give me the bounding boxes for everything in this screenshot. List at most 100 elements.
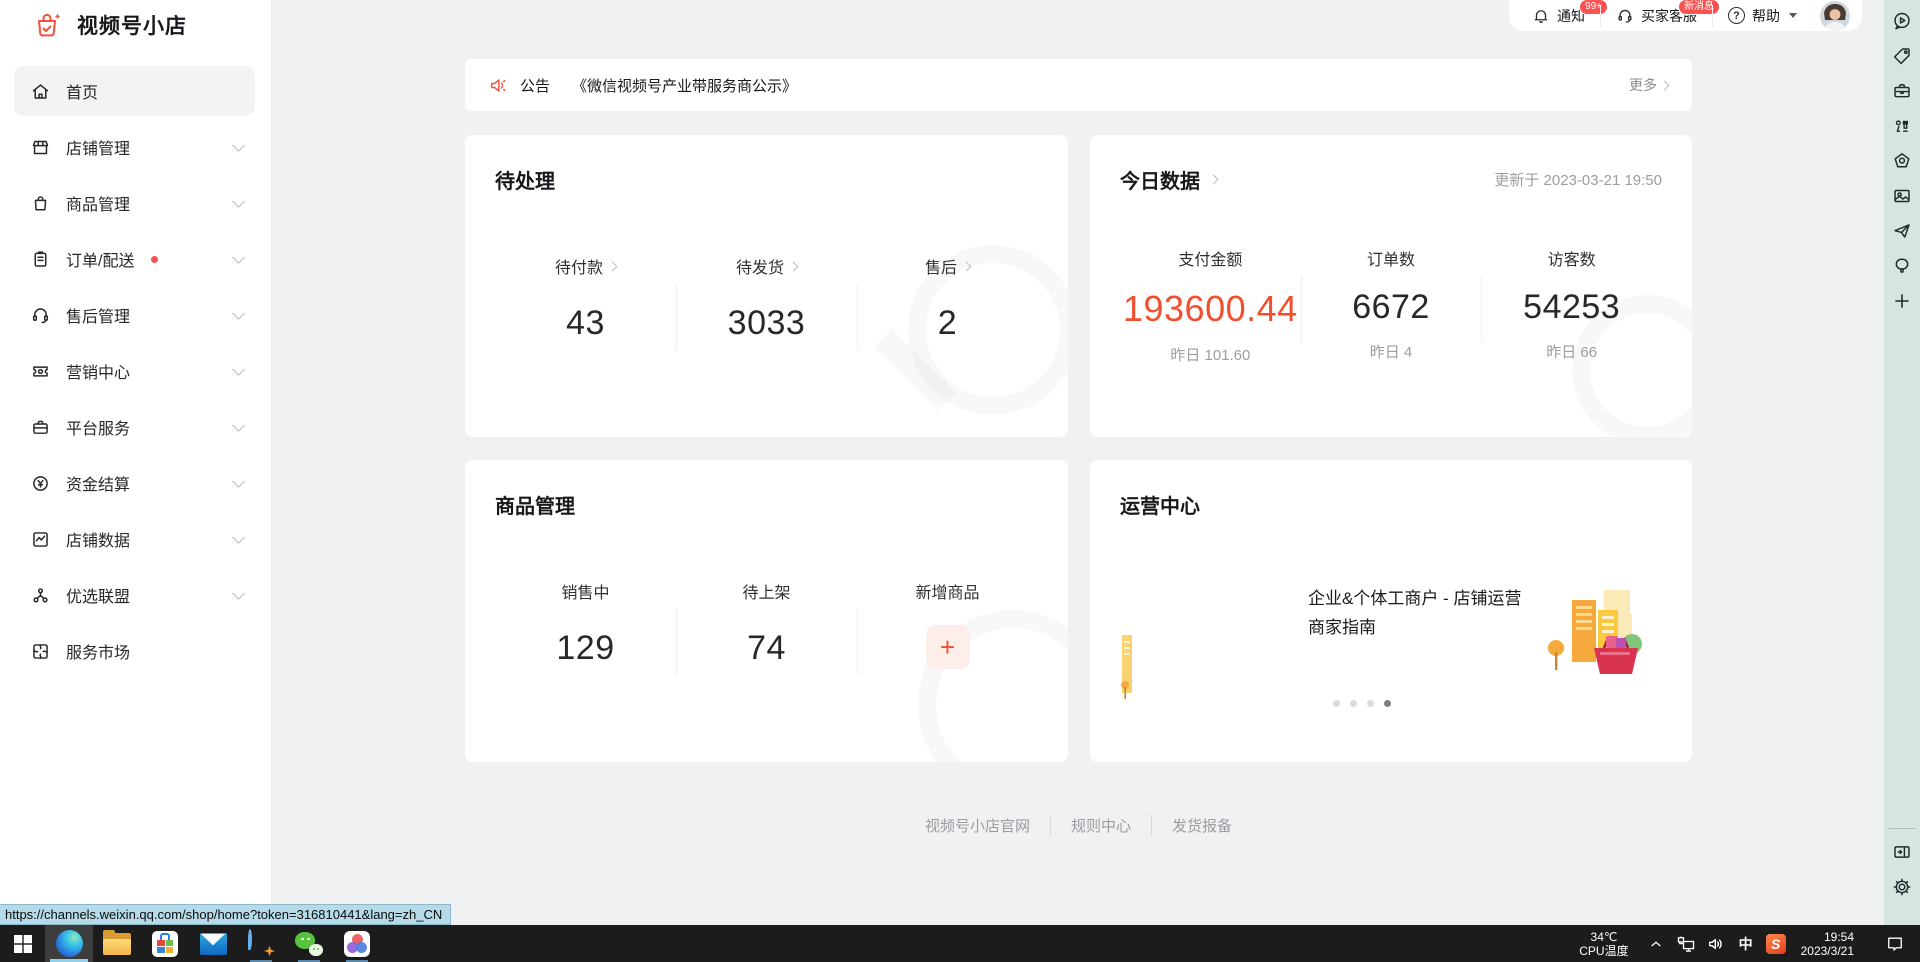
headset-icon [1616, 7, 1634, 25]
sidebar-item-aftersale[interactable]: 售后管理 [14, 290, 255, 340]
sidebar-item-product-mgmt[interactable]: 商品管理 [14, 178, 255, 228]
megaphone-icon [489, 76, 508, 95]
pending-stat-unshipped: 待发货 3033 [676, 254, 857, 363]
sogou-ime-icon[interactable]: S [1761, 925, 1791, 962]
stat-link[interactable]: 待上架 [742, 579, 790, 603]
tree-icon[interactable] [1891, 255, 1913, 277]
pentagon-icon[interactable] [1891, 150, 1913, 172]
sidebar-menu: 首页 店铺管理 商品管理 订单/配送 售后管理 营销中心 [0, 66, 271, 676]
paper-plane-icon[interactable] [1891, 220, 1913, 242]
taskbar-app-wechat[interactable] [285, 925, 333, 962]
card-title: 商品管理 [495, 490, 575, 519]
start-button[interactable] [0, 925, 45, 962]
footer-link-official-site[interactable]: 视频号小店官网 [905, 815, 1050, 836]
cpu-temp-widget[interactable]: 34℃ CPU温度 [1579, 930, 1628, 958]
network-status-icon[interactable] [1671, 925, 1701, 962]
sidebar-item-service-market[interactable]: 服务市场 [14, 626, 255, 676]
announcement-bar: 公告 《微信视频号产业带服务商公示》 更多 [465, 59, 1692, 111]
sidebar-item-label: 店铺数据 [66, 527, 130, 551]
stat-link[interactable]: 售后 [925, 254, 970, 278]
tag-icon[interactable] [1891, 45, 1913, 67]
app-logo-row: 视频号小店 [0, 0, 271, 42]
pending-stat-unpaid: 待付款 43 [495, 254, 676, 363]
card-title: 运营中心 [1120, 490, 1200, 519]
sidebar-item-marketing[interactable]: 营销中心 [14, 346, 255, 396]
today-data-card: 今日数据 更新于 2023-03-21 19:50 支付金额 193600.44… [1090, 135, 1692, 437]
sidebar-item-shop-data[interactable]: 店铺数据 [14, 514, 255, 564]
footer-link-shipping-report[interactable]: 发货报备 [1151, 815, 1252, 836]
notification-dot [151, 256, 158, 263]
stat-link[interactable]: 待发货 [736, 254, 797, 278]
footer-link-rules-center[interactable]: 规则中心 [1050, 815, 1151, 836]
sidebar-item-home[interactable]: 首页 [14, 66, 255, 116]
carousel-dot-3[interactable] [1367, 700, 1374, 707]
stat-value: 2 [857, 304, 1038, 343]
qq-chat-icon [248, 931, 274, 957]
chevron-down-icon [232, 419, 245, 432]
mail-icon [200, 933, 227, 955]
stat-link[interactable]: 待付款 [555, 254, 616, 278]
carousel-slide-title[interactable]: 企业&个体工商户 - 店铺运营 商家指南 [1308, 584, 1558, 642]
action-center-icon[interactable] [1880, 925, 1910, 962]
announcement-link[interactable]: 《微信视频号产业带服务商公示》 [572, 75, 797, 96]
user-avatar[interactable] [1820, 1, 1850, 31]
stat-value: 54253 [1481, 288, 1662, 327]
chevron-down-icon [232, 363, 245, 376]
sidebar-item-shop-mgmt[interactable]: 店铺管理 [14, 122, 255, 172]
sidebar-item-funds[interactable]: 资金结算 [14, 458, 255, 508]
chevron-down-icon [232, 307, 245, 320]
ime-language-indicator[interactable]: 中 [1731, 925, 1761, 962]
carousel-dot-2[interactable] [1350, 700, 1357, 707]
sidebar-item-label: 优选联盟 [66, 583, 130, 607]
notifications-button[interactable]: 通知 99+ [1517, 5, 1600, 27]
chevron-down-icon [232, 251, 245, 264]
announcement-more-button[interactable]: 更多 [1629, 75, 1668, 95]
chevron-right-icon [1209, 175, 1219, 185]
carousel-dot-4-active[interactable] [1384, 700, 1391, 707]
buyer-service-button[interactable]: 买家客服 新消息 [1600, 5, 1712, 27]
chess-icon[interactable] [1891, 115, 1913, 137]
chevron-down-icon [232, 195, 245, 208]
browser-extension-dock [1884, 0, 1920, 925]
sidebar-item-platform[interactable]: 平台服务 [14, 402, 255, 452]
sidebar: 视频号小店 首页 店铺管理 商品管理 订单/配送 售后管理 [0, 0, 272, 925]
taskbar-app-file-explorer[interactable] [93, 925, 141, 962]
volume-icon[interactable] [1701, 925, 1731, 962]
stat-link[interactable]: 销售中 [561, 579, 609, 603]
carousel-dot-1[interactable] [1333, 700, 1340, 707]
plus-icon[interactable] [1891, 290, 1913, 312]
screenshot-icon[interactable] [1891, 185, 1913, 207]
order-icon [30, 249, 51, 270]
chevron-down-icon [232, 475, 245, 488]
bell-icon [1532, 7, 1550, 25]
chevron-down-icon [232, 531, 245, 544]
add-product-button[interactable]: + [926, 625, 970, 669]
sidebar-item-alliance[interactable]: 优选联盟 [14, 570, 255, 620]
card-title-link[interactable]: 今日数据 [1120, 165, 1217, 194]
puzzle-icon [30, 641, 51, 662]
taskbar-app-dev-tools[interactable] [333, 925, 381, 962]
clock-widget[interactable]: 19:54 2023/3/21 [1801, 930, 1854, 958]
taskbar-app-edge[interactable] [45, 925, 93, 962]
main-area: 通知 99+ 买家客服 新消息 ? 帮助 公告 《微信视频号产业带服务商公示》 … [273, 0, 1884, 925]
today-stat-payment: 支付金额 193600.44 昨日 101.60 [1120, 246, 1301, 385]
sidebar-item-label: 平台服务 [66, 415, 130, 439]
taskbar-app-ms-store[interactable] [141, 925, 189, 962]
toolbox-icon[interactable] [1891, 80, 1913, 102]
tray-expand-chevron-icon[interactable] [1641, 925, 1671, 962]
sidebar-item-orders[interactable]: 订单/配送 [14, 234, 255, 284]
today-stat-orders: 订单数 6672 昨日 4 [1301, 246, 1482, 385]
sidebar-item-label: 服务市场 [66, 639, 130, 663]
chat-logo-icon[interactable] [1891, 10, 1913, 32]
settings-gear-icon[interactable] [1891, 876, 1913, 898]
collapse-panel-icon[interactable] [1891, 841, 1913, 863]
briefcase-icon [30, 417, 51, 438]
today-stat-visitors: 访客数 54253 昨日 66 [1481, 246, 1662, 385]
help-menu-button[interactable]: ? 帮助 [1712, 5, 1812, 27]
taskbar-app-mail[interactable] [189, 925, 237, 962]
footer-links: 视频号小店官网 规则中心 发货报备 [465, 815, 1692, 836]
announcement-label: 公告 [520, 75, 550, 96]
stat-value: 129 [495, 629, 676, 668]
card-title: 待处理 [495, 165, 555, 194]
taskbar-app-qq-chat[interactable] [237, 925, 285, 962]
